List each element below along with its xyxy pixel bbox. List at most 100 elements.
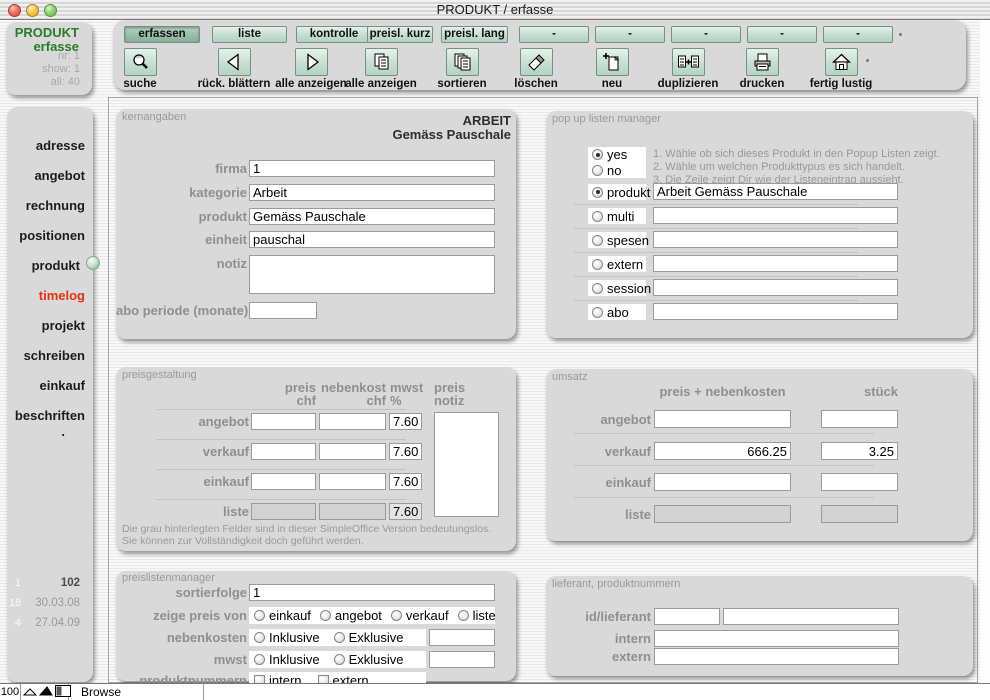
popup-type-produkt[interactable]: produkt xyxy=(588,184,646,200)
radio-icon[interactable] xyxy=(592,307,603,318)
produkt-field[interactable] xyxy=(249,208,495,225)
angebot-mwst-field[interactable] xyxy=(389,413,422,430)
home-icon[interactable] xyxy=(825,48,858,76)
new-document-icon[interactable] xyxy=(596,48,629,76)
radio-icon[interactable] xyxy=(592,235,603,246)
zeige-einkauf-option[interactable]: einkauf xyxy=(254,608,311,623)
radio-icon[interactable] xyxy=(334,632,345,643)
sortierfolge-field[interactable] xyxy=(249,584,495,601)
zeige-liste-option[interactable]: liste xyxy=(458,608,496,623)
sidebar-item-positionen[interactable]: positionen xyxy=(19,228,85,243)
tab-blank-1[interactable]: - xyxy=(519,26,589,43)
id-lieferant-name-field[interactable] xyxy=(723,608,899,625)
popup-session-preview[interactable] xyxy=(653,279,898,296)
id-lieferant-id-field[interactable] xyxy=(654,608,720,625)
einkauf-mwst-field[interactable] xyxy=(389,473,422,490)
einkauf-nebenkost-field[interactable] xyxy=(319,473,386,490)
zeige-angebot-option[interactable]: angebot xyxy=(320,608,382,623)
popup-multi-preview[interactable] xyxy=(653,207,898,224)
sidebar-item-timelog[interactable]: timelog xyxy=(39,288,85,303)
popup-type-multi[interactable]: multi xyxy=(588,208,646,224)
popup-spesen-preview[interactable] xyxy=(653,231,898,248)
firma-field[interactable] xyxy=(249,160,495,177)
arrow-left-icon[interactable] xyxy=(218,48,251,76)
nebenkosten-inklusive-option[interactable]: Inklusive xyxy=(254,630,320,645)
tab-blank-5[interactable]: - xyxy=(823,26,893,43)
mode-selector[interactable]: Browse xyxy=(69,684,204,700)
sidebar-item-projekt[interactable]: projekt xyxy=(42,318,85,333)
duplicate-icon[interactable] xyxy=(672,48,705,76)
nebenkosten-exklusive-option[interactable]: Exklusive xyxy=(334,630,404,645)
tab-erfassen[interactable]: erfassen xyxy=(124,26,200,43)
tab-blank-3[interactable]: - xyxy=(671,26,741,43)
umsatz-einkauf-stueck[interactable] xyxy=(821,473,898,491)
radio-icon[interactable] xyxy=(592,211,603,222)
umsatz-einkauf-betrag[interactable] xyxy=(654,473,791,491)
documents-icon[interactable] xyxy=(365,48,398,76)
popup-extern-preview[interactable] xyxy=(653,255,898,272)
angebot-preis-field[interactable] xyxy=(251,413,316,430)
sidebar-item-dot[interactable]: . xyxy=(61,424,65,439)
sidebar-item-schreiben[interactable]: schreiben xyxy=(24,348,85,363)
angebot-nebenkost-field[interactable] xyxy=(319,413,386,430)
mwst-inklusive-option[interactable]: Inklusive xyxy=(254,652,320,667)
tab-blank-2[interactable]: - xyxy=(595,26,665,43)
popup-type-abo[interactable]: abo xyxy=(588,304,646,320)
radio-icon[interactable] xyxy=(334,654,345,665)
radio-icon[interactable] xyxy=(254,654,265,665)
sidebar-item-angebot[interactable]: angebot xyxy=(34,168,85,183)
popup-produkt-preview[interactable] xyxy=(653,183,898,200)
zoom-level-field[interactable]: 100 xyxy=(0,684,21,700)
abo-periode-field[interactable] xyxy=(249,302,317,319)
popup-no-option[interactable]: no xyxy=(592,163,621,178)
preis-notiz-field[interactable] xyxy=(434,412,499,517)
zoom-out-icon[interactable] xyxy=(23,685,37,700)
umsatz-angebot-stueck[interactable] xyxy=(821,410,898,428)
verkauf-mwst-field[interactable] xyxy=(389,443,422,460)
popup-type-spesen[interactable]: spesen xyxy=(588,232,646,248)
popup-type-session[interactable]: session xyxy=(588,280,646,296)
radio-icon[interactable] xyxy=(592,165,603,176)
notiz-field[interactable] xyxy=(249,255,495,294)
radio-icon[interactable] xyxy=(592,149,603,160)
umsatz-angebot-betrag[interactable] xyxy=(654,410,791,428)
popup-yes-option[interactable]: yes xyxy=(592,147,627,162)
kategorie-field[interactable] xyxy=(249,184,495,201)
extern-field[interactable] xyxy=(654,648,899,665)
sidebar-item-adresse[interactable]: adresse xyxy=(36,138,85,153)
sidebar-item-produkt[interactable]: produkt xyxy=(32,258,80,273)
tab-preisl-lang[interactable]: preisl. lang xyxy=(441,26,508,43)
search-button[interactable] xyxy=(124,48,157,76)
radio-icon[interactable] xyxy=(592,259,603,270)
tab-preisl-kurz[interactable]: preisl. kurz xyxy=(367,26,433,43)
verkauf-preis-field[interactable] xyxy=(251,443,316,460)
sidebar-item-beschriften[interactable]: beschriften xyxy=(15,408,85,423)
eraser-icon[interactable] xyxy=(520,48,553,76)
radio-icon[interactable] xyxy=(592,187,603,198)
verkauf-nebenkost-field[interactable] xyxy=(319,443,386,460)
popup-abo-preview[interactable] xyxy=(653,303,898,320)
umsatz-verkauf-stueck[interactable] xyxy=(821,442,898,460)
intern-field[interactable] xyxy=(654,630,899,647)
mwst-exklusive-option[interactable]: Exklusive xyxy=(334,652,404,667)
tab-blank-4[interactable]: - xyxy=(747,26,817,43)
umsatz-verkauf-betrag[interactable] xyxy=(654,442,791,460)
tab-kontrolle[interactable]: kontrolle xyxy=(296,26,372,43)
printer-icon[interactable] xyxy=(746,48,779,76)
documents-stack-icon[interactable] xyxy=(446,48,479,76)
radio-icon[interactable] xyxy=(592,283,603,294)
tab-liste[interactable]: liste xyxy=(212,26,287,43)
zoom-in-icon[interactable] xyxy=(39,685,53,700)
radio-icon[interactable] xyxy=(254,632,265,643)
radio-icon[interactable] xyxy=(320,610,331,621)
zeige-verkauf-option[interactable]: verkauf xyxy=(391,608,449,623)
nebenkosten-extra-field[interactable] xyxy=(429,629,495,646)
einheit-field[interactable] xyxy=(249,231,495,248)
einkauf-preis-field[interactable] xyxy=(251,473,316,490)
radio-icon[interactable] xyxy=(254,610,265,621)
radio-icon[interactable] xyxy=(391,610,402,621)
popup-type-extern[interactable]: extern xyxy=(588,256,646,272)
mwst-extra-field[interactable] xyxy=(429,651,495,668)
arrow-right-icon[interactable] xyxy=(295,48,328,76)
radio-icon[interactable] xyxy=(458,610,469,621)
